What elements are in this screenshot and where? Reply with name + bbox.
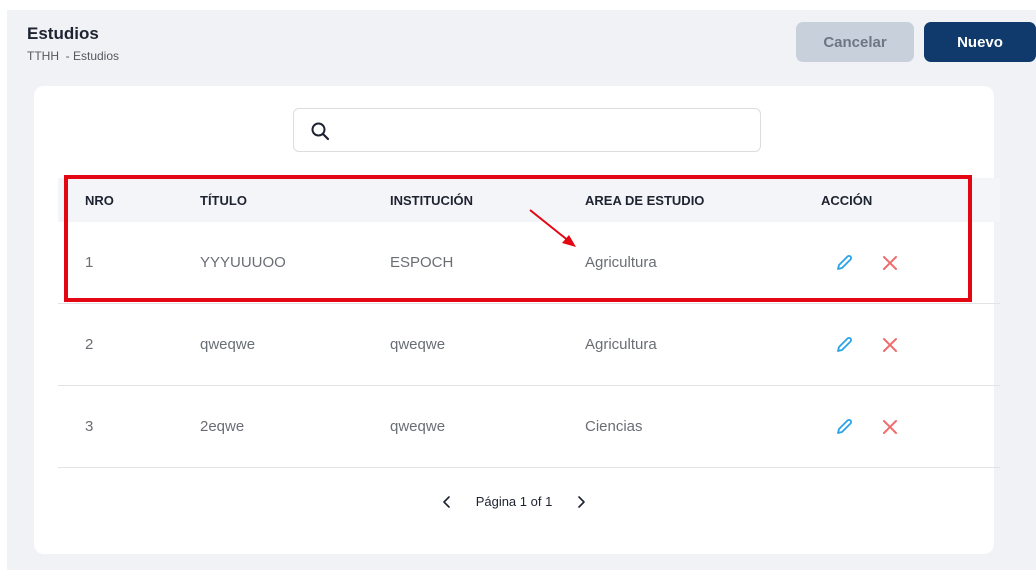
table-row: 3 2eqwe qweqwe Ciencias [58, 386, 1000, 468]
cell-institucion: qweqwe [390, 418, 446, 435]
close-icon[interactable] [880, 335, 900, 355]
row-actions [834, 222, 900, 303]
cell-nro: 3 [85, 418, 94, 435]
cell-area: Agricultura [585, 336, 657, 353]
studies-table: NRO TÍTULO INSTITUCIÓN AREA DE ESTUDIO A… [58, 178, 1000, 468]
column-header-titulo: TÍTULO [200, 192, 247, 208]
row-actions [834, 386, 900, 467]
cell-area: Ciencias [585, 418, 643, 435]
cell-institucion: ESPOCH [390, 254, 454, 271]
cell-titulo: 2eqwe [200, 418, 245, 435]
page-title: Estudios [27, 24, 99, 43]
breadcrumb: TTHH - Estudios [27, 49, 120, 63]
close-icon[interactable] [880, 417, 900, 437]
search-icon [311, 122, 330, 141]
pencil-icon[interactable] [834, 335, 854, 355]
cell-institucion: qweqwe [390, 336, 446, 353]
column-header-accion: ACCIÓN [821, 192, 873, 208]
table-header: NRO TÍTULO INSTITUCIÓN AREA DE ESTUDIO A… [58, 178, 1000, 222]
search-input[interactable] [342, 115, 746, 147]
column-header-nro: NRO [85, 192, 114, 208]
chevron-right-icon[interactable] [574, 495, 588, 509]
column-header-area: AREA DE ESTUDIO [585, 192, 705, 208]
cell-titulo: qweqwe [200, 336, 256, 353]
pagination: Página 1 of 1 [34, 494, 994, 509]
close-icon[interactable] [880, 253, 900, 273]
row-actions [834, 304, 900, 385]
studies-card: NRO TÍTULO INSTITUCIÓN AREA DE ESTUDIO A… [34, 86, 1000, 554]
cell-titulo: YYYUUUOO [200, 254, 286, 271]
cell-nro: 2 [85, 336, 94, 353]
pencil-icon[interactable] [834, 253, 854, 273]
cancel-button[interactable]: Cancelar [796, 22, 914, 62]
cell-area: Agricultura [585, 254, 657, 271]
chevron-left-icon[interactable] [440, 495, 454, 509]
column-header-institucion: INSTITUCIÓN [390, 192, 474, 208]
new-button[interactable]: Nuevo [924, 22, 1036, 62]
table-row: 2 qweqwe qweqwe Agricultura [58, 304, 1000, 386]
search-box[interactable] [293, 108, 761, 152]
cell-nro: 1 [85, 254, 94, 271]
pencil-icon[interactable] [834, 417, 854, 437]
page-header: Estudios TTHH - Estudios [27, 24, 119, 63]
pagination-label: Página 1 of 1 [475, 494, 553, 509]
table-row: 1 YYYUUUOO ESPOCH Agricultura [58, 222, 1000, 304]
